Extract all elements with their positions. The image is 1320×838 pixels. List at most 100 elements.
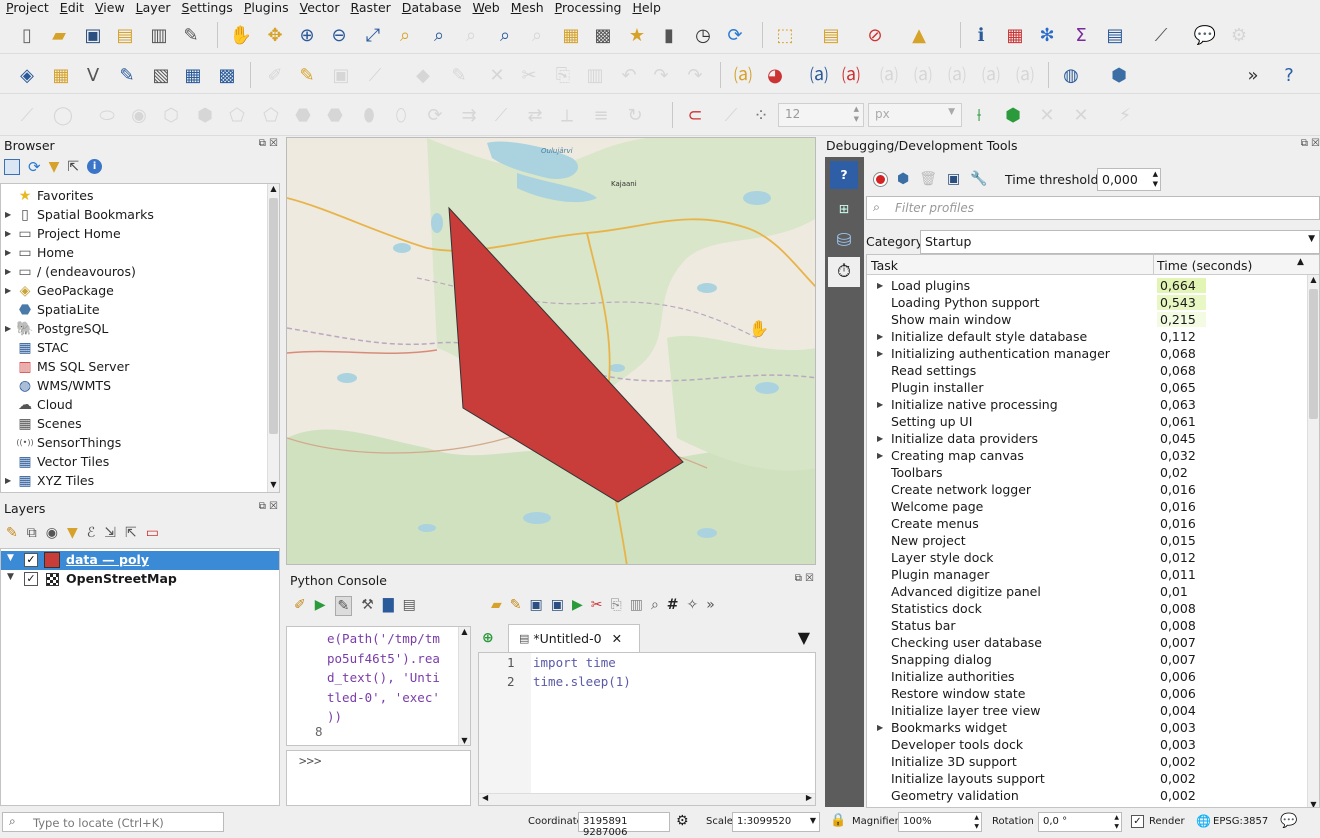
menu-plugins[interactable]: Plugins	[244, 1, 289, 15]
magnifier-input[interactable]: 100% ▲ ▼	[898, 812, 982, 832]
crs-label[interactable]: EPSG:3857	[1213, 816, 1268, 827]
save-project-icon[interactable]: ▣	[80, 22, 106, 48]
browser-item-favorites[interactable]: ★ Favorites	[1, 186, 94, 205]
zoom-to-layer-icon[interactable]: ⌕	[426, 22, 452, 48]
pan-map-icon[interactable]: ✋	[228, 22, 254, 48]
expand-arrow-icon[interactable]: ▶	[877, 349, 883, 358]
expand-arrow-icon[interactable]: ▶	[5, 324, 15, 333]
menu-settings[interactable]: Settings	[182, 1, 233, 15]
object-inspector-icon[interactable]: ▤	[403, 596, 416, 616]
copy-icon[interactable]: ⎘	[611, 596, 622, 614]
help-icon[interactable]: ?	[1276, 62, 1302, 88]
browser-item-cloud[interactable]: ☁ Cloud	[1, 395, 73, 414]
refresh-icon[interactable]: ⟳	[722, 22, 748, 48]
network-logger-icon[interactable]: ⊞	[830, 195, 858, 223]
profile-row[interactable]: Create menus 0,016	[867, 515, 1307, 532]
rotate-icon[interactable]: ↻	[622, 102, 648, 128]
expand-all-icon[interactable]: ⇲	[104, 524, 116, 542]
undo-icon[interactable]: ↶	[616, 62, 642, 88]
help-icon[interactable]: ▇	[383, 596, 394, 616]
expand-arrow-icon[interactable]: ▶	[5, 210, 15, 219]
change-label-icon[interactable]: ⒜	[978, 62, 1004, 88]
style-manager-icon[interactable]: ✎	[178, 22, 204, 48]
profile-row[interactable]: Developer tools dock 0,003	[867, 736, 1307, 753]
show-bookmarks-icon[interactable]: ▮	[656, 22, 682, 48]
menu-raster[interactable]: Raster	[350, 1, 390, 15]
console-scrollbar[interactable]: ▲ ▼	[458, 627, 470, 745]
code-editor[interactable]: 1 import time 2 time.sleep(1) ◀ ▶	[478, 652, 816, 806]
add-mesh-icon[interactable]: ▩	[214, 62, 240, 88]
extents-toggle-icon[interactable]: ⚙	[676, 813, 689, 829]
statistics-sum-icon[interactable]: Σ	[1068, 22, 1094, 48]
browser-item-wms-wmts[interactable]: ◍ WMS/WMTS	[1, 376, 111, 395]
time-threshold-input[interactable]: 0,000 ▲ ▼	[1097, 168, 1161, 191]
merge-icon[interactable]: ⬮	[356, 102, 382, 128]
browser-item-postgresql[interactable]: ▶ 🐘 PostgreSQL	[1, 319, 108, 338]
editor-tab[interactable]: ▤ *Untitled-0 ✕	[508, 624, 640, 652]
expand-arrow-icon[interactable]: ▶	[5, 248, 15, 257]
run-command-icon[interactable]: ▶	[315, 596, 326, 616]
profile-row[interactable]: Initialize layouts support 0,002	[867, 770, 1307, 787]
rotation-input[interactable]: 0,0 ° ▲ ▼	[1038, 812, 1122, 832]
browser-item-endeavouros[interactable]: ▶ ▭ / (endeavouros)	[1, 262, 136, 281]
new-print-layout-icon[interactable]: ▤	[112, 22, 138, 48]
merge-attrs-icon[interactable]: ⬯	[388, 102, 414, 128]
expand-arrow-icon[interactable]: ▶	[5, 267, 15, 276]
snapping-magnet-icon[interactable]: ⊂	[682, 102, 708, 128]
tracing-icon[interactable]: ⟊	[966, 102, 992, 128]
profile-row[interactable]: Show main window 0,215	[867, 311, 1307, 328]
delete-ring-icon[interactable]: ⬡	[158, 102, 184, 128]
add-group-icon[interactable]: ⧉	[27, 524, 37, 542]
close-tab-icon[interactable]: ✕	[612, 631, 622, 646]
menu-edit[interactable]: Edit	[60, 1, 84, 15]
toolbar-overflow-icon[interactable]: »	[1240, 62, 1266, 88]
dock-float-close-buttons[interactable]: ⧉ ☒	[259, 501, 278, 512]
lock-icon[interactable]: 🔒	[830, 813, 846, 828]
collapse-all-icon[interactable]: ⇱	[125, 524, 137, 542]
layer-visibility-checkbox[interactable]: ✓	[24, 553, 38, 567]
browser-item-spatial-bookmarks[interactable]: ▶ ▯ Spatial Bookmarks	[1, 205, 154, 224]
save-edits-icon[interactable]: ▣	[328, 62, 354, 88]
processing-tools-icon[interactable]: ⚙	[1226, 22, 1252, 48]
toggle-editing-icon[interactable]: ✎	[294, 62, 320, 88]
dock-float-close-buttons[interactable]: ⧉ ☒	[1301, 138, 1320, 149]
snapping-tolerance-input[interactable]: 12 ▲ ▼	[778, 103, 864, 127]
profile-row[interactable]: ▶ Initialize native processing 0,063	[867, 396, 1307, 413]
paste-icon[interactable]: ▥	[630, 596, 643, 614]
expand-arrow-icon[interactable]: ▶	[5, 286, 15, 295]
new-bookmark-icon[interactable]: ★	[624, 22, 650, 48]
run-script-icon[interactable]: ▶	[572, 596, 583, 614]
save-icon[interactable]: ▣	[947, 171, 960, 187]
save-icon[interactable]: ▣	[530, 596, 543, 614]
clear-icon[interactable]: 🗑	[919, 171, 937, 187]
comment-icon[interactable]: #	[667, 596, 679, 614]
profile-row[interactable]: Statistics dock 0,008	[867, 600, 1307, 617]
add-layer-icon[interactable]	[4, 159, 20, 175]
measure-icon[interactable]: ⟋	[1148, 22, 1174, 48]
offset-icon[interactable]: ⇉	[456, 102, 482, 128]
profile-row[interactable]: Loading Python support 0,543	[867, 294, 1307, 311]
browser-item-ms-sql-server[interactable]: ▥ MS SQL Server	[1, 357, 129, 376]
profile-row[interactable]: Advanced digitize panel 0,01	[867, 583, 1307, 600]
profile-row[interactable]: Snapping dialog 0,007	[867, 651, 1307, 668]
zoom-to-selection-icon[interactable]: ⌕	[392, 22, 418, 48]
filter-legend-icon[interactable]: ▼	[67, 524, 78, 542]
show-editor-icon[interactable]: ✎	[334, 596, 353, 616]
profile-row[interactable]: ▶ Creating map canvas 0,032	[867, 447, 1307, 464]
expand-arrow-icon[interactable]: ▶	[877, 332, 883, 341]
browser-scrollbar[interactable]: ▲ ▼	[267, 184, 279, 492]
layer-visibility-checkbox[interactable]: ✓	[24, 572, 38, 586]
menu-layer[interactable]: Layer	[136, 1, 171, 15]
snapping-mode-icon[interactable]: ⁘	[748, 102, 774, 128]
layer-row-openstreetmap[interactable]: ▼ ✓ OpenStreetMap	[1, 570, 279, 589]
render-checkbox[interactable]: ✓	[1131, 815, 1144, 828]
label-props-icon[interactable]: ⒜	[1012, 62, 1038, 88]
digitize-pencil-icon[interactable]: ✐	[262, 62, 288, 88]
doc-help-icon[interactable]: ?	[830, 161, 858, 189]
col-task-header[interactable]: Task	[871, 258, 898, 273]
new-project-icon[interactable]: ▯	[14, 22, 40, 48]
expand-arrow-icon[interactable]: ▶	[877, 400, 883, 409]
profile-row[interactable]: Restore window state 0,006	[867, 685, 1307, 702]
format-icon[interactable]: ✧	[687, 596, 699, 614]
expand-arrow-icon[interactable]: ▶	[877, 434, 883, 443]
